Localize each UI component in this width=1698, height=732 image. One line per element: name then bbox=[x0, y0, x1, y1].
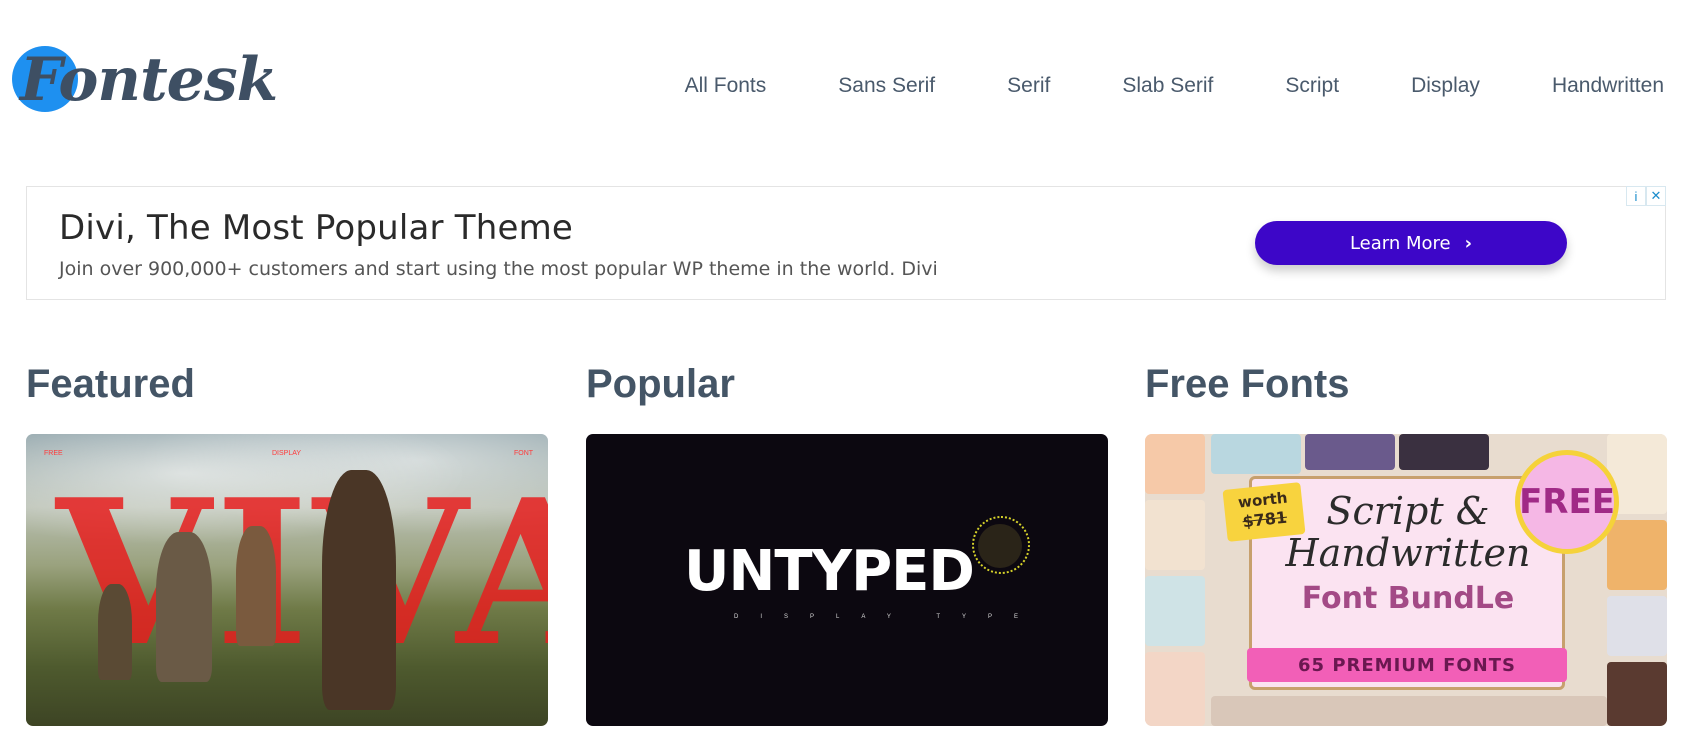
bg-tile bbox=[1607, 596, 1667, 656]
figure-monk bbox=[322, 470, 396, 710]
bg-tile bbox=[1211, 696, 1607, 726]
free-fonts-section: Free Fonts Script & Handwritten Font Bun… bbox=[1145, 360, 1667, 726]
popular-card[interactable]: UNTYPED DISPLAY TYPE bbox=[586, 434, 1108, 726]
site-logo[interactable]: Fontesk bbox=[12, 40, 278, 120]
bundle-title-line: Font BundLe bbox=[1301, 581, 1515, 616]
learn-more-button[interactable]: Learn More › bbox=[1255, 221, 1567, 265]
bg-tile bbox=[1399, 434, 1489, 470]
featured-tag: FREE bbox=[44, 450, 63, 457]
free-fonts-title: Free Fonts bbox=[1145, 362, 1350, 406]
worth-tag: worth $781 bbox=[1222, 482, 1306, 542]
ad-controls: i ✕ bbox=[1626, 186, 1666, 206]
featured-section: Featured VIVA FREE DISPLAY FONT bbox=[26, 360, 548, 726]
popular-badge-dot bbox=[978, 524, 1022, 568]
site-header: Fontesk All Fonts Sans Serif Serif Slab … bbox=[0, 0, 1698, 150]
nav-slab-serif[interactable]: Slab Serif bbox=[1122, 74, 1213, 98]
ad-description: Join over 900,000+ customers and start u… bbox=[59, 258, 938, 280]
main-nav: All Fonts Sans Serif Serif Slab Serif Sc… bbox=[685, 74, 1664, 98]
learn-more-label: Learn More bbox=[1349, 232, 1451, 254]
featured-tag: DISPLAY bbox=[272, 450, 302, 457]
popular-section: Popular UNTYPED DISPLAY TYPE bbox=[586, 360, 1108, 726]
chevron-right-icon: › bbox=[1464, 232, 1473, 254]
bg-tile bbox=[1145, 652, 1205, 726]
featured-title: Featured bbox=[26, 362, 195, 406]
bg-tile bbox=[1607, 662, 1667, 726]
bundle-bar: 65 PREMIUM FONTS bbox=[1247, 648, 1567, 682]
popular-art-word: UNTYPED bbox=[684, 539, 975, 604]
bg-tile bbox=[1305, 434, 1395, 470]
bg-tile bbox=[1145, 434, 1205, 494]
nav-sans-serif[interactable]: Sans Serif bbox=[838, 74, 935, 98]
logo-text: Fontesk bbox=[20, 45, 278, 115]
nav-script[interactable]: Script bbox=[1285, 74, 1339, 98]
bg-tile bbox=[1211, 434, 1301, 474]
free-fonts-card[interactable]: Script & Handwritten Font BundLe 65 PREM… bbox=[1145, 434, 1667, 726]
popular-art-sub: DISPLAY TYPE bbox=[734, 614, 1041, 620]
bundle-script-line: Script & Handwritten bbox=[1285, 489, 1531, 575]
popular-title: Popular bbox=[586, 362, 735, 406]
bg-tile bbox=[1607, 520, 1667, 590]
figure-knight bbox=[156, 532, 212, 682]
bg-tile bbox=[1145, 500, 1205, 570]
figure-traveler bbox=[236, 526, 276, 646]
nav-all-fonts[interactable]: All Fonts bbox=[685, 74, 767, 98]
free-badge: FREE bbox=[1515, 450, 1619, 554]
featured-tag: FONT bbox=[514, 450, 534, 457]
featured-card[interactable]: VIVA FREE DISPLAY FONT bbox=[26, 434, 548, 726]
nav-serif[interactable]: Serif bbox=[1007, 74, 1050, 98]
figure-child bbox=[98, 584, 132, 680]
nav-handwritten[interactable]: Handwritten bbox=[1552, 74, 1664, 98]
info-icon[interactable]: i bbox=[1626, 186, 1646, 206]
close-icon[interactable]: ✕ bbox=[1646, 186, 1666, 206]
ad-title: Divi, The Most Popular Theme bbox=[59, 208, 574, 248]
bg-tile bbox=[1145, 576, 1205, 646]
nav-display[interactable]: Display bbox=[1411, 74, 1480, 98]
ad-banner[interactable]: Divi, The Most Popular Theme Join over 9… bbox=[26, 186, 1666, 300]
